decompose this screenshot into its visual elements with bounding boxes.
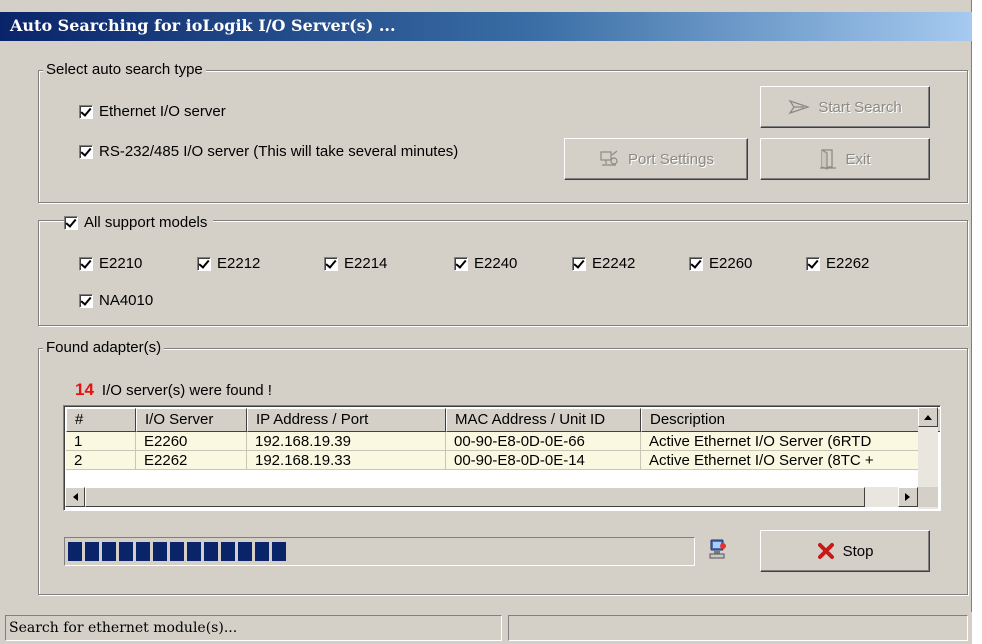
scroll-arrow-icon (73, 493, 78, 501)
column-header-description[interactable]: Description (641, 408, 940, 432)
table-cell-index: 2 (66, 451, 136, 470)
stop-x-icon (817, 543, 834, 559)
search-progress-fill (68, 542, 287, 561)
stop-button[interactable]: Stop (760, 530, 930, 572)
check-icon[interactable] (197, 257, 211, 272)
check-icon[interactable] (806, 257, 820, 272)
model-label: NA4010 (99, 292, 154, 310)
model-label: E2214 (344, 255, 388, 273)
scroll-left-button[interactable] (65, 487, 85, 507)
check-icon[interactable] (689, 257, 703, 272)
exit-door-icon (820, 149, 837, 170)
ethernet-checkbox[interactable]: Ethernet I/O server (79, 103, 226, 121)
scroll-up-button[interactable] (918, 407, 938, 427)
column-header-index[interactable]: # (66, 408, 136, 432)
table-cell-index: 1 (66, 432, 136, 451)
all-models-label: All support models (84, 214, 208, 232)
all-models-checkbox[interactable]: All support models (64, 214, 214, 233)
model-checkbox-e2260[interactable]: E2260 (689, 255, 752, 273)
check-icon[interactable] (79, 294, 93, 309)
stop-label: Stop (842, 542, 874, 560)
exit-button[interactable]: Exit (760, 138, 930, 180)
serial-checkbox[interactable]: RS-232/485 I/O server (This will take se… (79, 143, 458, 161)
check-icon[interactable] (79, 145, 93, 160)
search-type-legend: Select auto search type (43, 61, 206, 79)
adapter-list-header: # I/O Server IP Address / Port MAC Addre… (66, 408, 940, 432)
found-summary: 14 I/O server(s) were found ! (75, 381, 272, 400)
exit-label: Exit (845, 150, 871, 168)
model-label: E2210 (99, 255, 143, 273)
title-bar[interactable]: Auto Searching for ioLogik I/O Server(s)… (0, 12, 972, 41)
found-count: 14 (75, 380, 94, 399)
model-checkbox-e2212[interactable]: E2212 (197, 255, 260, 273)
model-label: E2242 (592, 255, 636, 273)
found-message: I/O server(s) were found ! (101, 382, 272, 399)
table-cell-description: Active Ethernet I/O Server (6RTD (641, 432, 920, 451)
model-label: E2240 (474, 255, 518, 273)
status-text: Search for ethernet module(s)... (5, 615, 502, 641)
scroll-thumb[interactable] (85, 487, 865, 507)
port-settings-label: Port Settings (628, 150, 714, 168)
model-label: E2262 (826, 255, 870, 273)
adapter-list-rows: 1 E2260 192.168.19.39 00-90-E8-0D-0E-66 … (66, 432, 920, 470)
port-settings-icon (600, 150, 618, 166)
status-pane-secondary (508, 615, 968, 641)
table-cell-ip-address: 192.168.19.33 (247, 451, 446, 470)
adapter-list-horizontal-scrollbar[interactable] (65, 487, 918, 507)
model-checkbox-na4010[interactable]: NA4010 (79, 292, 153, 310)
check-icon[interactable] (79, 105, 93, 120)
network-computer-icon (709, 539, 726, 559)
model-checkbox-e2262[interactable]: E2262 (806, 255, 869, 273)
model-label: E2260 (709, 255, 753, 273)
start-search-arrow-icon (788, 99, 811, 115)
table-row[interactable]: 1 E2260 192.168.19.39 00-90-E8-0D-0E-66 … (66, 432, 920, 451)
check-icon[interactable] (454, 257, 468, 272)
search-progress-bar (64, 537, 695, 566)
model-checkbox-e2214[interactable]: E2214 (324, 255, 387, 273)
model-checkbox-e2210[interactable]: E2210 (79, 255, 142, 273)
model-checkbox-e2240[interactable]: E2240 (454, 255, 517, 273)
column-header-ip-address[interactable]: IP Address / Port (247, 408, 446, 432)
table-cell-ip-address: 192.168.19.39 (247, 432, 446, 451)
scroll-right-button[interactable] (898, 487, 918, 507)
start-search-button[interactable]: Start Search (760, 86, 930, 128)
column-header-io-server[interactable]: I/O Server (136, 408, 247, 432)
table-cell-description: Active Ethernet I/O Server (8TC + (641, 451, 920, 470)
check-icon[interactable] (324, 257, 338, 272)
port-settings-button[interactable]: Port Settings (564, 138, 748, 180)
window-title: Auto Searching for ioLogik I/O Server(s)… (10, 16, 396, 35)
check-icon[interactable] (64, 216, 78, 231)
table-cell-io-server: E2260 (136, 432, 247, 451)
table-row[interactable]: 2 E2262 192.168.19.33 00-90-E8-0D-0E-14 … (66, 451, 920, 470)
column-header-mac-address[interactable]: MAC Address / Unit ID (446, 408, 641, 432)
check-icon[interactable] (79, 257, 93, 272)
table-cell-mac-address: 00-90-E8-0D-0E-66 (446, 432, 641, 451)
scroll-arrow-icon (924, 415, 932, 420)
ethernet-checkbox-label: Ethernet I/O server (99, 103, 226, 121)
start-search-label: Start Search (818, 98, 902, 116)
found-adapters-legend: Found adapter(s) (43, 339, 165, 357)
model-label: E2212 (217, 255, 261, 273)
check-icon[interactable] (572, 257, 586, 272)
auto-search-dialog: Auto Searching for ioLogik I/O Server(s)… (0, 0, 972, 644)
list-size-grip (918, 487, 938, 507)
status-bar: Search for ethernet module(s)... (0, 612, 972, 644)
serial-checkbox-label: RS-232/485 I/O server (This will take se… (99, 143, 459, 161)
scroll-arrow-icon (905, 493, 910, 501)
table-cell-mac-address: 00-90-E8-0D-0E-14 (446, 451, 641, 470)
model-checkbox-e2242[interactable]: E2242 (572, 255, 635, 273)
table-cell-io-server: E2262 (136, 451, 247, 470)
